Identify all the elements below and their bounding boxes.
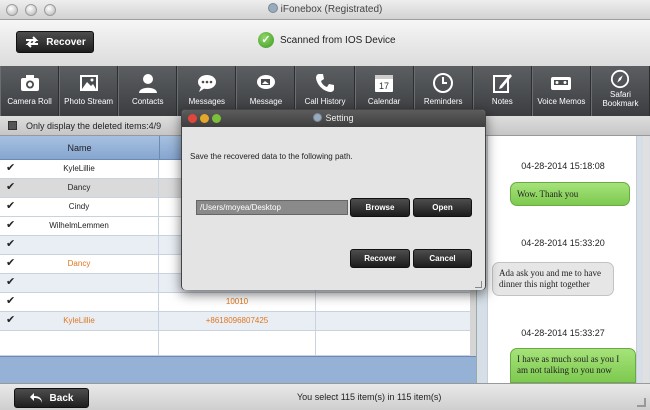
deleted-only-label: Only display the deleted items:4/9: [26, 121, 162, 131]
row-name: Dancy: [67, 259, 91, 268]
tab-notes-label: Notes: [491, 97, 513, 106]
row-checkbox[interactable]: ✔: [6, 239, 17, 250]
table-row[interactable]: ✔ 10010: [0, 293, 470, 312]
tab-voice-memos-label: Voice Memos: [537, 97, 586, 106]
row-name: KyleLillie: [63, 316, 95, 325]
dialog-titlebar: Setting: [182, 110, 485, 127]
row-checkbox[interactable]: ✔: [6, 296, 17, 307]
clock-icon: [433, 73, 454, 93]
recover-arrows-icon: [25, 36, 39, 48]
calendar-day-text: 17: [379, 81, 389, 91]
dialog-close-button[interactable]: [188, 114, 197, 123]
tab-messages-label: Messages: [188, 97, 226, 106]
open-button[interactable]: Open: [413, 198, 472, 217]
tab-photo-stream-label: Photo Stream: [64, 97, 114, 106]
setting-dialog: Setting Save the recovered data to the f…: [181, 109, 486, 290]
back-button-label: Back: [49, 392, 74, 404]
row-number: 10010: [225, 297, 249, 306]
column-header-name-text: Name: [67, 143, 92, 153]
calendar-icon: 17: [375, 75, 394, 92]
checkmark-icon: ✓: [258, 32, 274, 48]
window-title: iFonebox (Registrated): [0, 3, 650, 15]
tab-calendar-label: Calendar: [367, 97, 401, 106]
open-button-label: Open: [432, 203, 453, 212]
row-name: Cindy: [68, 202, 90, 211]
tab-photo-stream[interactable]: Photo Stream: [59, 66, 119, 116]
tab-voice-memos[interactable]: Voice Memos: [531, 66, 591, 116]
cancel-button[interactable]: Cancel: [413, 249, 472, 268]
message-timestamp: 04-28-2014 15:33:20: [521, 238, 605, 248]
window-resize-grip[interactable]: [637, 398, 646, 407]
app-icon: [313, 113, 323, 122]
scan-status: ✓ Scanned from IOS Device: [258, 32, 396, 48]
dialog-recover-button-label: Recover: [364, 254, 396, 263]
dialog-body: Save the recovered data to the following…: [182, 127, 485, 290]
row-name: WilhelmLemmen: [49, 221, 109, 230]
chat-bubble-icon: [197, 75, 216, 92]
message-preview-panel: 04-28-2014 15:18:08 Wow. Thank you 04-28…: [476, 136, 650, 383]
dialog-resize-grip[interactable]: [475, 281, 482, 288]
message-text: Wow. Thank you: [517, 189, 579, 199]
browse-button-label: Browse: [365, 203, 395, 212]
footer-bar: Back You select 115 item(s) in 115 item(…: [0, 383, 650, 410]
dialog-minimize-button[interactable]: [200, 114, 209, 123]
tab-camera-roll-label: Camera Roll: [7, 97, 52, 106]
deleted-only-checkbox[interactable]: [8, 121, 17, 130]
recover-button-label: Recover: [46, 36, 86, 48]
table-row-empty: [0, 331, 470, 356]
message-text: I have as much soul as you I am not talk…: [517, 354, 620, 375]
compass-icon: [611, 69, 630, 89]
tab-safari-bookmark[interactable]: Safari Bookmark: [590, 66, 650, 116]
save-path-input[interactable]: [196, 200, 348, 215]
tab-contacts-label: Contacts: [131, 97, 164, 106]
row-checkbox[interactable]: ✔: [6, 277, 17, 288]
person-icon: [138, 74, 157, 93]
dialog-message: Save the recovered data to the following…: [190, 152, 353, 161]
message-attachment-icon: [256, 75, 275, 89]
selection-summary: You select 115 item(s) in 115 item(s): [297, 392, 442, 402]
tab-reminders-label: Reminders: [423, 97, 463, 106]
back-button[interactable]: Back: [14, 388, 89, 408]
recover-button[interactable]: Recover: [16, 31, 94, 53]
tab-call-history-label: Call History: [304, 97, 346, 106]
message-bubble-sent: I have as much soul as you I am not talk…: [510, 348, 636, 383]
browse-button[interactable]: Browse: [350, 198, 410, 217]
table-footer-area: [0, 356, 476, 383]
dialog-title: Setting: [325, 113, 354, 123]
message-thread: 04-28-2014 15:18:08 Wow. Thank you 04-28…: [487, 136, 637, 383]
column-header-name[interactable]: Name: [0, 136, 160, 160]
table-row[interactable]: ✔ KyleLillie +8618096807425: [0, 312, 470, 331]
message-timestamp: 04-28-2014 15:18:08: [521, 161, 605, 171]
chat-scrollbar[interactable]: [643, 136, 649, 383]
message-bubble-sent: Wow. Thank you: [510, 182, 630, 206]
camera-icon: [20, 75, 39, 91]
tab-message-attachment-label: Message: [249, 97, 283, 106]
app-icon: [267, 3, 278, 13]
photo-icon: [79, 75, 98, 91]
scan-status-text: Scanned from IOS Device: [280, 34, 396, 46]
window-title-text: iFonebox (Registrated): [280, 4, 383, 15]
back-arrow-icon: [29, 393, 42, 403]
tab-camera-roll[interactable]: Camera Roll: [0, 66, 60, 116]
message-text: Ada ask you and me to have dinner this n…: [499, 268, 601, 289]
dialog-recover-button[interactable]: Recover: [350, 249, 410, 268]
tab-contacts[interactable]: Contacts: [118, 66, 178, 116]
message-bubble-received: Ada ask you and me to have dinner this n…: [492, 262, 614, 296]
tab-safari-bookmark-label: Safari Bookmark: [602, 90, 639, 108]
top-bar: Recover ✓ Scanned from IOS Device: [0, 20, 650, 66]
cassette-icon: [551, 77, 572, 90]
cancel-button-label: Cancel: [429, 254, 456, 263]
window-titlebar: iFonebox (Registrated): [0, 0, 650, 20]
row-name: Dancy: [67, 183, 91, 192]
dialog-zoom-button[interactable]: [212, 114, 221, 123]
row-name: KyleLillie: [63, 164, 95, 173]
phone-icon: [316, 74, 335, 92]
note-pencil-icon: [493, 74, 513, 93]
row-number: +8618096807425: [205, 316, 269, 325]
message-timestamp: 04-28-2014 15:33:27: [521, 328, 605, 338]
